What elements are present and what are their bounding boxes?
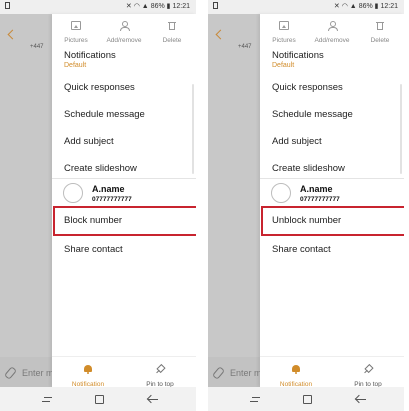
contact-row[interactable]: A.name 07777777777 xyxy=(52,178,196,207)
delete-button[interactable]: Delete xyxy=(357,14,403,44)
bell-icon xyxy=(292,365,300,374)
scrollbar[interactable] xyxy=(192,84,194,174)
contact-row[interactable]: A.name 07777777777 xyxy=(260,178,404,207)
scrollbar[interactable] xyxy=(400,84,402,174)
avatar xyxy=(271,183,291,203)
menu-item-create-slideshow[interactable]: Create slideshow xyxy=(64,163,137,174)
back-arrow-icon[interactable] xyxy=(7,29,18,40)
menu-item-schedule-message[interactable]: Schedule message xyxy=(64,109,145,120)
navigation-bar xyxy=(0,387,196,411)
home-icon[interactable] xyxy=(292,387,322,411)
drawer-top-actions: Pictures Add/remove Delete xyxy=(260,14,404,44)
home-icon[interactable] xyxy=(84,387,114,411)
menu-item-create-slideshow[interactable]: Create slideshow xyxy=(272,163,345,174)
drawer-bottom-actions: Notification Pin to top xyxy=(52,356,196,388)
menu-item-schedule-message[interactable]: Schedule message xyxy=(272,109,353,120)
notifications-sub: Default xyxy=(64,62,87,69)
wifi-icon: ◠ xyxy=(133,3,140,10)
options-drawer: Pictures Add/remove Delete Notifications… xyxy=(52,14,196,388)
menu-item-share-contact[interactable]: Share contact xyxy=(272,244,331,255)
contact-name: A.name xyxy=(92,184,125,194)
menu-item-add-subject[interactable]: Add subject xyxy=(64,136,114,147)
clock: 12:21 xyxy=(172,3,190,10)
message-input-placeholder[interactable]: Enter m xyxy=(230,368,262,378)
drawer-top-actions: Pictures Add/remove Delete xyxy=(52,14,196,44)
menu-item-quick-responses[interactable]: Quick responses xyxy=(272,82,343,93)
phone-screen-right: ✕ ◠ ▲ 86% ▮ 12:21 +447 Enter m Pictures … xyxy=(208,0,404,411)
pictures-button[interactable]: Pictures xyxy=(53,14,99,44)
mute-icon: ✕ xyxy=(125,3,132,10)
notification-button[interactable]: Notification xyxy=(260,357,332,388)
conversation-number: +447 xyxy=(238,44,252,50)
options-drawer: Pictures Add/remove Delete Notifications… xyxy=(260,14,404,388)
battery-icon: ▮ xyxy=(374,3,379,10)
clock: 12:21 xyxy=(380,3,398,10)
pin-to-top-button[interactable]: Pin to top xyxy=(124,357,196,388)
sim-icon xyxy=(5,2,10,10)
mute-icon: ✕ xyxy=(333,3,340,10)
conversation-number: +447 xyxy=(30,44,44,50)
phone-screen-left: ✕ ◠ ▲ 86% ▮ 12:21 +447 Enter m Pictures … xyxy=(0,0,196,411)
signal-icon: ▲ xyxy=(141,3,149,10)
pin-to-top-button[interactable]: Pin to top xyxy=(332,357,404,388)
menu-item-add-subject[interactable]: Add subject xyxy=(272,136,322,147)
navigation-bar xyxy=(208,387,404,411)
sim-icon xyxy=(213,2,218,10)
bell-icon xyxy=(84,365,92,374)
drawer-bottom-actions: Notification Pin to top xyxy=(260,356,404,388)
status-bar: ✕ ◠ ▲ 86% ▮ 12:21 xyxy=(0,0,196,14)
menu-item-share-contact[interactable]: Share contact xyxy=(64,244,123,255)
wifi-icon: ◠ xyxy=(341,3,348,10)
notifications-sub: Default xyxy=(272,62,295,69)
attach-clip-icon[interactable] xyxy=(3,366,18,380)
contact-number: 07777777777 xyxy=(300,196,340,203)
contact-number: 07777777777 xyxy=(92,196,132,203)
status-bar: ✕ ◠ ▲ 86% ▮ 12:21 xyxy=(208,0,404,14)
add-remove-button[interactable]: Add/remove xyxy=(101,14,147,44)
add-remove-button[interactable]: Add/remove xyxy=(309,14,355,44)
back-icon[interactable] xyxy=(140,387,170,411)
pictures-icon xyxy=(71,21,81,30)
battery-icon: ▮ xyxy=(166,3,171,10)
pictures-icon xyxy=(279,21,289,30)
person-icon xyxy=(327,21,338,31)
pin-icon xyxy=(156,365,164,374)
back-arrow-icon[interactable] xyxy=(215,29,226,40)
battery-level: 86% xyxy=(150,3,165,10)
back-icon[interactable] xyxy=(348,387,378,411)
message-input-placeholder[interactable]: Enter m xyxy=(22,368,54,378)
menu-item-quick-responses[interactable]: Quick responses xyxy=(64,82,135,93)
person-icon xyxy=(119,21,130,31)
recent-apps-icon[interactable] xyxy=(240,387,270,411)
delete-button[interactable]: Delete xyxy=(149,14,195,44)
attach-clip-icon[interactable] xyxy=(211,366,226,380)
trash-icon xyxy=(376,21,384,30)
trash-icon xyxy=(168,21,176,30)
signal-icon: ▲ xyxy=(349,3,357,10)
pin-icon xyxy=(364,365,372,374)
menu-item-notifications[interactable]: Notifications Default xyxy=(64,50,116,69)
recent-apps-icon[interactable] xyxy=(32,387,62,411)
battery-level: 86% xyxy=(358,3,373,10)
notification-button[interactable]: Notification xyxy=(52,357,124,388)
contact-name: A.name xyxy=(300,184,333,194)
pictures-button[interactable]: Pictures xyxy=(261,14,307,44)
menu-item-unblock-number[interactable]: Unblock number xyxy=(272,215,341,226)
menu-item-block-number[interactable]: Block number xyxy=(64,215,122,226)
avatar xyxy=(63,183,83,203)
menu-item-notifications[interactable]: Notifications Default xyxy=(272,50,324,69)
